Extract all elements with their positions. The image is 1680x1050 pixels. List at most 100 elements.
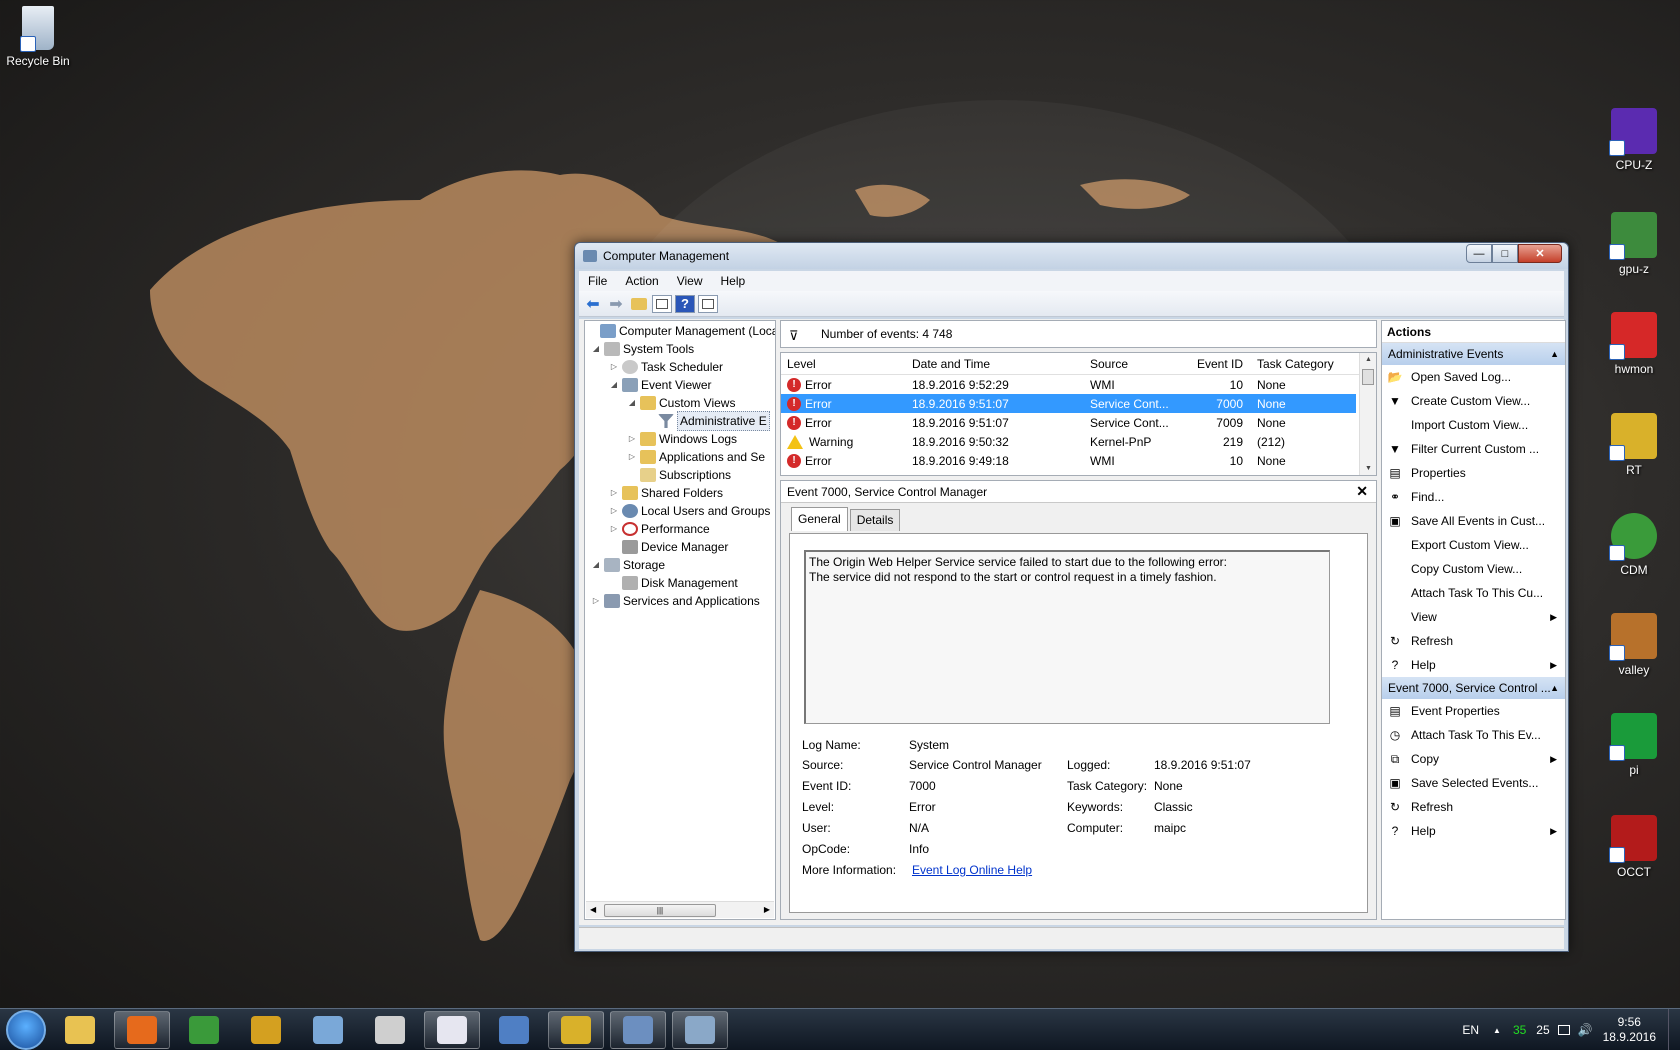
action-item[interactable]: ▤ Event Properties [1382, 699, 1565, 723]
action-item[interactable]: ⚭ Find... [1382, 485, 1565, 509]
start-button[interactable] [6, 1009, 46, 1050]
tree-expander[interactable]: ▷ [609, 520, 619, 538]
tree-horizontal-scrollbar[interactable]: ◀ ||| ▶ [586, 901, 774, 918]
menu-view[interactable]: View [668, 274, 712, 288]
column-header-task-category[interactable]: Task Category [1253, 357, 1348, 371]
action-item[interactable]: ▼ Create Custom View... [1382, 389, 1565, 413]
tree-item-performance[interactable]: ▷ Performance [609, 520, 710, 538]
tree-expander[interactable]: ▷ [627, 448, 637, 466]
taskbar-button[interactable] [672, 1010, 728, 1049]
menu-action[interactable]: Action [616, 274, 667, 288]
scroll-right-arrow-icon[interactable]: ▶ [764, 905, 770, 914]
desktop-icon-gpu-z[interactable]: gpu-z [1598, 212, 1670, 276]
show-hidden-icons-arrow-icon[interactable]: ▲ [1493, 1026, 1501, 1035]
action-item[interactable]: ↻ Refresh [1382, 629, 1565, 653]
action-item[interactable]: Copy Custom View... [1382, 557, 1565, 581]
scroll-left-arrow-icon[interactable]: ◀ [590, 905, 596, 914]
table-row[interactable]: Warning 18.9.2016 9:50:32 Kernel-PnP 219… [781, 432, 1376, 451]
taskbar-button[interactable] [610, 1010, 666, 1049]
table-row-selected[interactable]: ! Error 18.9.2016 9:51:07 Service Cont...… [781, 394, 1356, 413]
tree-item-applications-and-services[interactable]: ▷ Applications and Se [627, 448, 765, 466]
menu-file[interactable]: File [579, 274, 616, 288]
maximize-button[interactable]: □ [1492, 244, 1518, 263]
cpu-temp-1[interactable]: 35 [1513, 1023, 1526, 1037]
column-header-event-id[interactable]: Event ID [1176, 357, 1253, 371]
table-row[interactable]: ! Error 18.9.2016 9:51:07 Service Cont...… [781, 413, 1376, 432]
column-header-source[interactable]: Source [1086, 357, 1176, 371]
tree-item-disk-management[interactable]: Disk Management [609, 574, 738, 592]
action-item[interactable]: ▼ Filter Current Custom ... [1382, 437, 1565, 461]
event-description[interactable]: The Origin Web Helper Service service fa… [804, 550, 1330, 724]
forward-button[interactable]: ➡ [606, 294, 626, 314]
desktop-icon-valley[interactable]: valley [1598, 613, 1670, 677]
tree-item-task-scheduler[interactable]: ▷ Task Scheduler [609, 358, 723, 376]
language-indicator[interactable]: EN [1462, 1023, 1479, 1037]
show-hide-action-pane-button[interactable] [698, 294, 718, 313]
action-item[interactable]: Export Custom View... [1382, 533, 1565, 557]
table-row[interactable]: ! Error 18.9.2016 9:52:29 WMI 10 None [781, 375, 1376, 394]
column-header-date-time[interactable]: Date and Time [908, 357, 1086, 371]
desktop-icon-hwmon[interactable]: hwmon [1598, 312, 1670, 376]
close-icon[interactable]: ✕ [1356, 483, 1368, 500]
tree-item-services-and-applications[interactable]: ▷ Services and Applications [591, 592, 760, 610]
show-desktop-button[interactable] [1668, 1009, 1680, 1050]
tree-expander[interactable]: ▷ [591, 592, 601, 610]
window-titlebar[interactable]: Computer Management — □ ✕ [575, 243, 1568, 269]
scroll-thumb[interactable]: ||| [604, 904, 716, 917]
taskbar-button[interactable] [300, 1011, 356, 1049]
tree-item-shared-folders[interactable]: ▷ Shared Folders [609, 484, 723, 502]
grid-vertical-scrollbar[interactable]: ▲ ▼ [1359, 353, 1376, 475]
tree-item-computer-management[interactable]: Computer Management (Local [587, 322, 775, 340]
tab-details[interactable]: Details [849, 509, 901, 531]
scroll-down-arrow-icon[interactable]: ▼ [1360, 465, 1376, 472]
desktop-icon-rt[interactable]: RT [1598, 413, 1670, 477]
close-button[interactable]: ✕ [1518, 244, 1562, 263]
tree-item-windows-logs[interactable]: ▷ Windows Logs [627, 430, 737, 448]
cpu-temp-2[interactable]: 25 [1536, 1023, 1549, 1037]
desktop-icon-superpi[interactable]: pi [1598, 713, 1670, 777]
taskbar-button[interactable] [114, 1010, 170, 1049]
action-item[interactable]: 📂 Open Saved Log... [1382, 365, 1565, 389]
tree-expander[interactable]: ▷ [609, 358, 619, 376]
action-item[interactable]: ◷ Attach Task To This Ev... [1382, 723, 1565, 747]
action-item[interactable]: ↻ Refresh [1382, 795, 1565, 819]
tree-item-administrative-events[interactable]: Administrative E [645, 411, 770, 431]
tree-item-storage[interactable]: ◢ Storage [591, 556, 665, 574]
action-item[interactable]: ? Help ▶ [1382, 653, 1565, 677]
scroll-up-arrow-icon[interactable]: ▲ [1360, 356, 1376, 363]
desktop-icon-cpu-z[interactable]: CPU-Z [1598, 108, 1670, 172]
tree-expander[interactable]: ▷ [609, 484, 619, 502]
action-item[interactable]: ? Help ▶ [1382, 819, 1565, 843]
taskbar-button[interactable] [176, 1011, 232, 1049]
tree-item-custom-views[interactable]: ◢ Custom Views [627, 394, 735, 412]
actions-section-administrative-events[interactable]: Administrative Events [1382, 343, 1565, 365]
desktop-icon-recycle-bin[interactable]: Recycle Bin [2, 6, 74, 68]
help-button[interactable]: ? [675, 294, 695, 313]
network-icon[interactable] [1557, 1025, 1570, 1035]
volume-icon[interactable]: 🔊 [1578, 1023, 1593, 1037]
tree-expander[interactable]: ◢ [591, 340, 601, 358]
action-item[interactable]: Import Custom View... [1382, 413, 1565, 437]
column-header-level[interactable]: Level [781, 357, 908, 371]
tab-general[interactable]: General [791, 507, 848, 531]
tree-expander[interactable]: ▷ [627, 430, 637, 448]
tree-item-system-tools[interactable]: ◢ System Tools [591, 340, 694, 358]
action-item[interactable]: ▤ Properties [1382, 461, 1565, 485]
tree-item-event-viewer[interactable]: ◢ Event Viewer [609, 376, 711, 394]
show-hide-tree-button[interactable] [652, 294, 672, 313]
desktop-icon-occt[interactable]: OCCT [1598, 815, 1670, 879]
desktop-icon-cdm[interactable]: CDM [1598, 513, 1670, 577]
action-item[interactable]: ⧉ Copy ▶ [1382, 747, 1565, 771]
action-item[interactable]: Attach Task To This Cu... [1382, 581, 1565, 605]
taskbar-button[interactable] [548, 1010, 604, 1049]
tree-item-local-users-and-groups[interactable]: ▷ Local Users and Groups [609, 502, 770, 520]
taskbar-button[interactable] [424, 1010, 480, 1049]
tree-expander[interactable]: ◢ [591, 556, 601, 574]
actions-section-event[interactable]: Event 7000, Service Control ... [1382, 677, 1565, 699]
action-item[interactable]: View ▶ [1382, 605, 1565, 629]
taskbar-button[interactable] [362, 1011, 418, 1049]
tree-item-device-manager[interactable]: Device Manager [609, 538, 728, 556]
scroll-thumb[interactable] [1362, 369, 1374, 385]
menu-help[interactable]: Help [712, 274, 755, 288]
taskbar-button[interactable] [238, 1011, 294, 1049]
